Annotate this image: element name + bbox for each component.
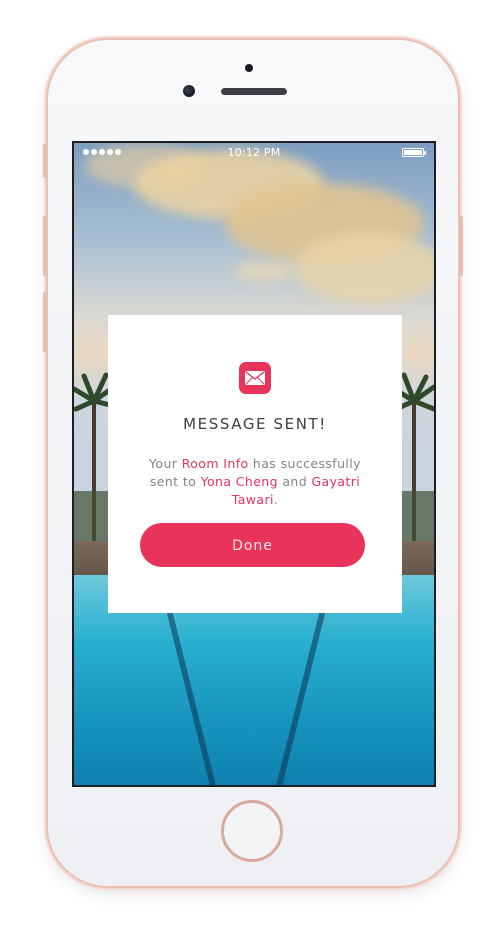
dialog-title: MESSAGE SENT! (183, 415, 327, 433)
message-joiner: and (277, 474, 312, 489)
stage: 10:12 PM MESSAGE SENT! Your Room Info ha… (0, 0, 500, 938)
home-button[interactable] (221, 800, 283, 862)
front-camera-icon (183, 85, 195, 97)
done-button[interactable]: Done (140, 523, 365, 567)
phone-screen: 10:12 PM MESSAGE SENT! Your Room Info ha… (72, 141, 436, 787)
recipient-name[interactable]: Yona Cheng (201, 474, 278, 489)
mute-switch (43, 144, 47, 178)
cloud (234, 261, 294, 281)
phone-frame: 10:12 PM MESSAGE SENT! Your Room Info ha… (43, 40, 463, 886)
dialog-message: Your Room Info has successfully sent to … (134, 455, 376, 509)
battery-icon (402, 148, 426, 157)
proximity-sensor (245, 64, 253, 72)
earpiece-speaker (221, 88, 287, 95)
message-suffix: . (273, 492, 279, 507)
message-prefix: Your (149, 456, 182, 471)
mail-icon (239, 362, 271, 394)
cloud (294, 233, 434, 303)
volume-down-button (43, 292, 47, 352)
status-time: 10:12 PM (227, 146, 281, 159)
message-sent-dialog: MESSAGE SENT! Your Room Info has success… (108, 315, 402, 613)
power-button (459, 216, 463, 276)
room-info-link[interactable]: Room Info (182, 456, 249, 471)
status-bar: 10:12 PM (74, 143, 434, 163)
volume-up-button (43, 216, 47, 276)
